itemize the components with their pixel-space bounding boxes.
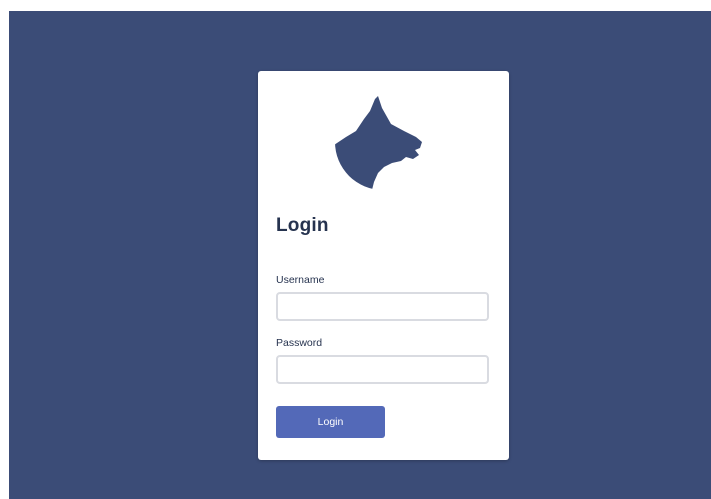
login-title: Login [276,215,329,236]
page-background: Login Username Password Login [9,11,711,499]
password-label: Password [276,337,323,349]
login-card: Login Username Password Login [258,71,509,460]
password-input[interactable] [276,355,489,384]
dog-head-logo-icon [334,93,432,191]
login-button[interactable]: Login [276,406,385,438]
username-input[interactable] [276,292,489,321]
username-label: Username [276,274,325,286]
